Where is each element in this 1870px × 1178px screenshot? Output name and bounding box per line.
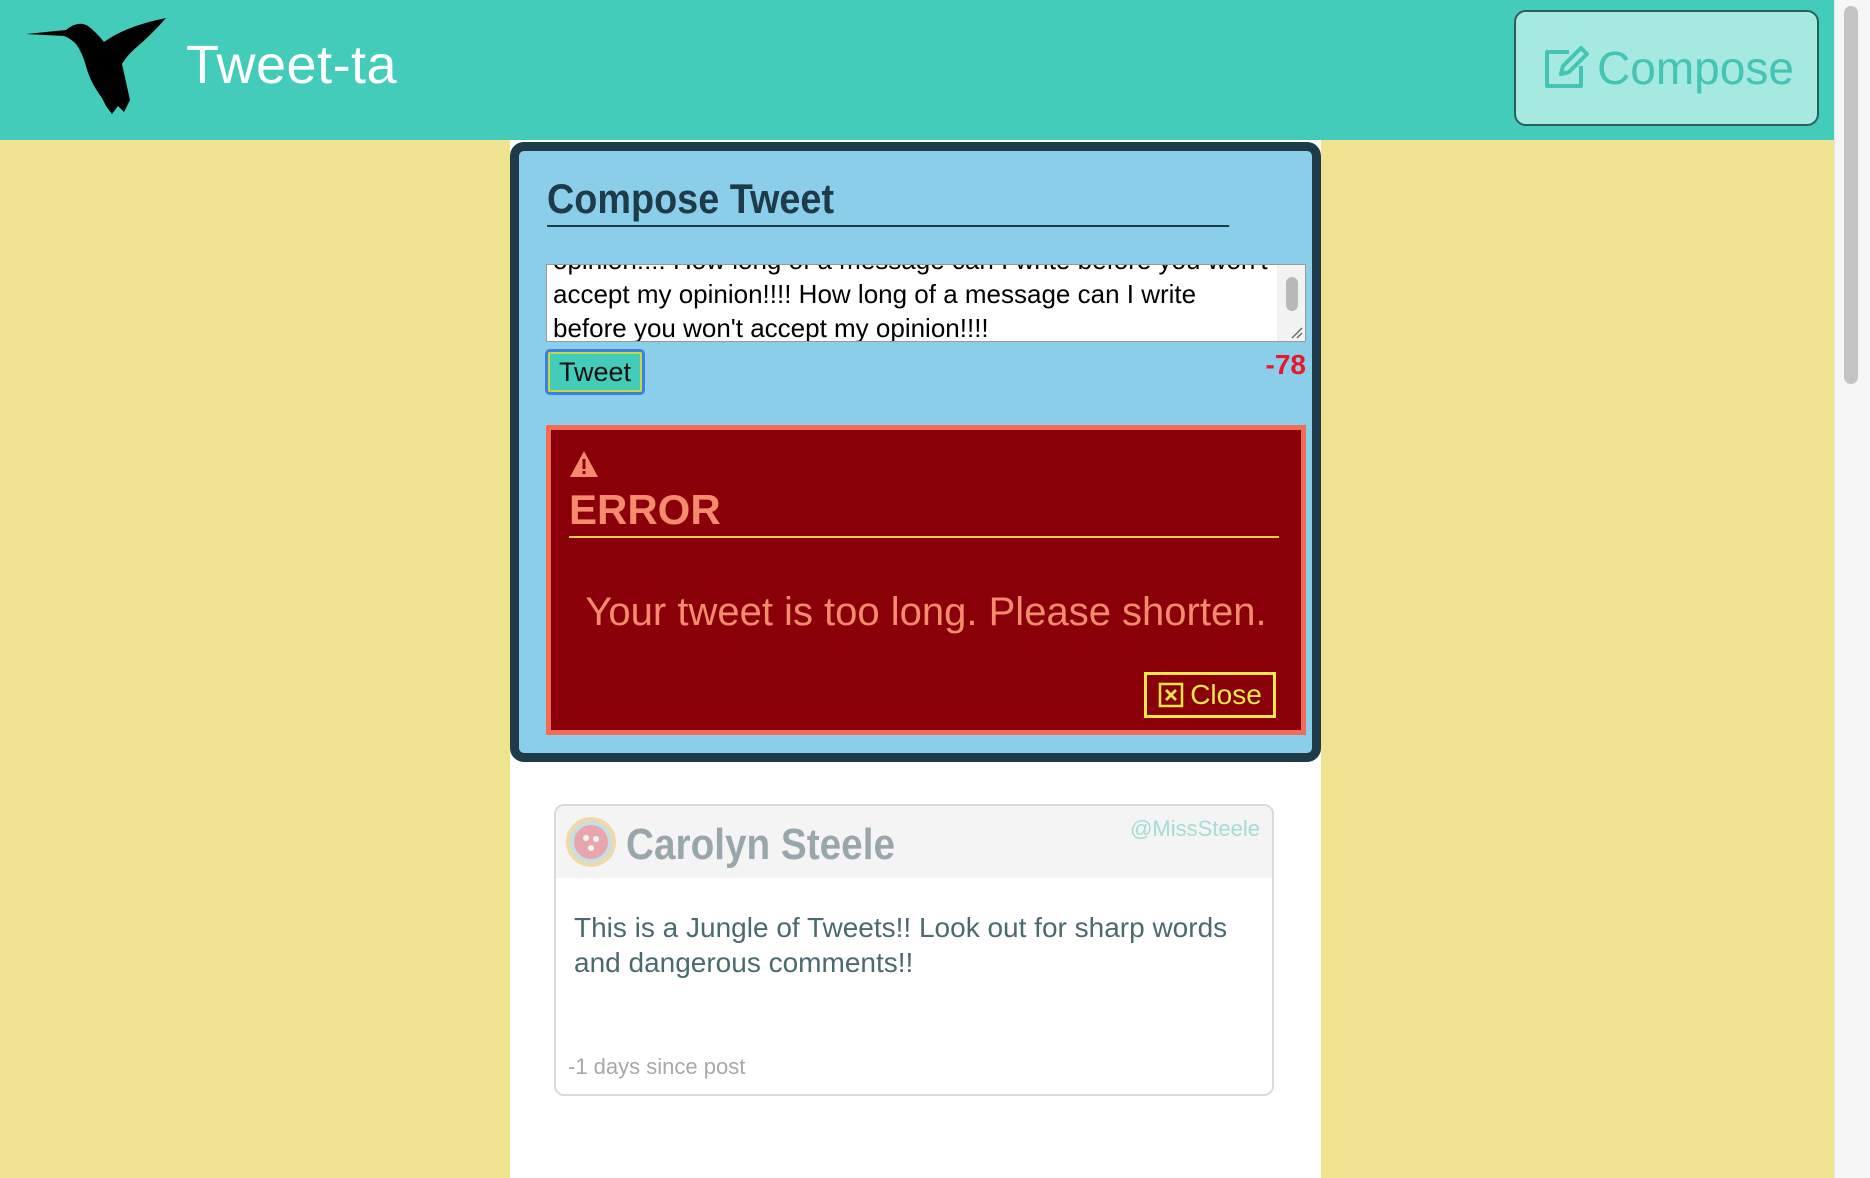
error-title: ERROR <box>569 486 1279 538</box>
avatar[interactable] <box>564 815 618 869</box>
close-square-icon <box>1158 682 1184 708</box>
close-button[interactable]: Close <box>1144 672 1276 718</box>
textarea-scrollbar-thumb[interactable] <box>1286 277 1298 311</box>
resize-grip-icon[interactable] <box>1287 323 1303 339</box>
page-scrollbar[interactable] <box>1834 0 1870 1178</box>
tweet-author-handle: @MissSteele <box>1130 816 1260 841</box>
hummingbird-icon <box>26 18 166 114</box>
compose-panel: Compose Tweet opinion!!!! How long of a … <box>510 142 1321 762</box>
main-column: Compose Tweet opinion!!!! How long of a … <box>510 140 1321 1178</box>
tweet-button[interactable]: Tweet <box>545 349 645 395</box>
compose-button[interactable]: Compose <box>1514 10 1819 126</box>
navbar: Tweet-ta Compose <box>0 0 1834 140</box>
tweet-card: Carolyn Steele @MissSteele This is a Jun… <box>554 804 1274 1096</box>
close-label: Close <box>1190 679 1262 710</box>
warning-icon <box>570 451 598 477</box>
compose-label: Compose <box>1597 42 1794 94</box>
compose-title: Compose Tweet <box>547 175 1230 227</box>
brand-title[interactable]: Tweet-ta <box>186 34 397 96</box>
tweet-author-name: Carolyn Steele <box>626 820 896 869</box>
tweet-header: Carolyn Steele @MissSteele <box>556 806 1272 878</box>
tweet-textarea-text[interactable]: opinion!!!! How long of a message can I … <box>553 265 1271 341</box>
char-counter: -78 <box>1265 349 1306 380</box>
tweet-timestamp: -1 days since post <box>568 1054 746 1079</box>
page-scrollbar-thumb[interactable] <box>1844 6 1858 384</box>
tweet-textarea[interactable]: opinion!!!! How long of a message can I … <box>546 264 1306 342</box>
tweet-text: This is a Jungle of Tweets!! Look out fo… <box>574 912 1228 978</box>
error-alert: ERROR Your tweet is too long. Please sho… <box>546 425 1306 735</box>
edit-icon <box>1545 46 1590 88</box>
error-message: Your tweet is too long. Please shorten. <box>585 590 1267 634</box>
